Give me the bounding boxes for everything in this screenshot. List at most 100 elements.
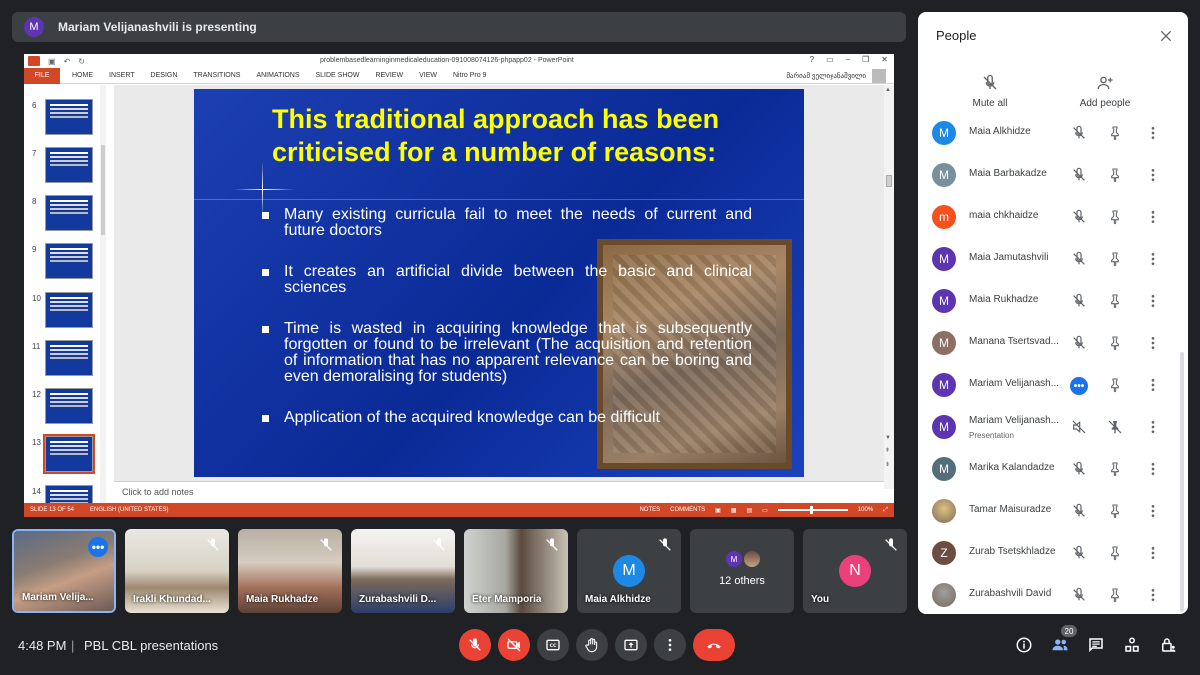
- captions-button[interactable]: CC: [537, 629, 569, 661]
- participant-avatar: M: [932, 373, 956, 397]
- more-vert-icon[interactable]: [1145, 545, 1161, 561]
- participant-avatar: m: [932, 205, 956, 229]
- participant-row[interactable]: M Marika Kalandadze: [918, 448, 1180, 490]
- presenter-text: Mariam Velijanashvili is presenting: [58, 20, 257, 34]
- slide-thumbnail-active: 13: [28, 434, 102, 478]
- notes-pane: Click to add notes: [114, 481, 884, 503]
- pin-icon[interactable]: [1107, 461, 1123, 477]
- pin-icon[interactable]: [1107, 125, 1123, 141]
- pin-icon[interactable]: [1107, 587, 1123, 603]
- pin-icon[interactable]: [1107, 545, 1123, 561]
- mic-off-icon: [1071, 125, 1087, 141]
- tile-eter[interactable]: Eter Mamporia: [464, 529, 568, 613]
- more-vert-icon[interactable]: [1145, 251, 1161, 267]
- more-vert-icon[interactable]: [1145, 587, 1161, 603]
- participant-row[interactable]: Tamar Maisuradze: [918, 490, 1180, 532]
- meet-window: M Mariam Velijanashvili is presenting ▣ …: [0, 0, 1200, 675]
- ppt-tab-view: VIEW: [419, 72, 437, 79]
- people-button[interactable]: [1049, 634, 1071, 656]
- tile-zurabashvili[interactable]: Zurabashvili D...: [351, 529, 455, 613]
- comments-toggle: COMMENTS: [670, 507, 706, 513]
- close-icon[interactable]: [1158, 28, 1174, 44]
- redo-icon: ↻: [78, 56, 85, 66]
- participant-row[interactable]: M Manana Tsertsvad...: [918, 322, 1180, 364]
- mic-off-icon: [983, 74, 997, 90]
- tile-name: Irakli Khundad...: [133, 594, 211, 605]
- mic-off-icon: [433, 538, 445, 551]
- tile-name: Maia Alkhidze: [585, 594, 651, 605]
- more-vert-icon: [668, 639, 672, 651]
- presenter-avatar: M: [24, 17, 44, 37]
- participant-avatar: M: [932, 163, 956, 187]
- more-vert-icon[interactable]: [1145, 461, 1161, 477]
- chat-button[interactable]: [1085, 634, 1107, 656]
- participant-name: Tamar Maisuradze: [969, 504, 1052, 515]
- pin-icon[interactable]: [1107, 251, 1123, 267]
- participant-name: Maia Jamutashvili: [969, 252, 1049, 263]
- raise-hand-button[interactable]: [576, 629, 608, 661]
- pin-icon[interactable]: [1107, 377, 1123, 393]
- more-vert-icon[interactable]: [1145, 167, 1161, 183]
- add-people-button[interactable]: Add people: [1055, 74, 1155, 109]
- slide-thumbnail: 12: [28, 388, 102, 430]
- meeting-details-button[interactable]: [1013, 634, 1035, 656]
- notes-toggle: NOTES: [639, 507, 661, 513]
- more-vert-icon[interactable]: [1145, 503, 1161, 519]
- mic-off-icon: [1071, 503, 1087, 519]
- camera-toggle-button[interactable]: [498, 629, 530, 661]
- host-controls-button[interactable]: [1157, 634, 1179, 656]
- ppt-tab-review: REVIEW: [375, 72, 404, 79]
- mic-off-icon: [546, 538, 558, 551]
- tile-maia-rukhadze[interactable]: Maia Rukhadze: [238, 529, 342, 613]
- ppt-tab-animations: ANIMATIONS: [256, 72, 300, 79]
- pin-icon[interactable]: [1107, 419, 1123, 435]
- participant-row[interactable]: M Maia Rukhadze: [918, 280, 1180, 322]
- participant-row[interactable]: M Mariam Velijanash... •••: [918, 364, 1180, 406]
- more-vert-icon[interactable]: [1145, 125, 1161, 141]
- pin-icon[interactable]: [1107, 503, 1123, 519]
- tile-name: Eter Mamporia: [472, 594, 542, 605]
- powerpoint-logo-icon: [28, 56, 40, 66]
- participant-name: Marika Kalandadze: [969, 462, 1055, 473]
- mic-off-icon: [469, 638, 481, 651]
- participant-row[interactable]: M Maia Jamutashvili: [918, 238, 1180, 280]
- fit-icon: ⤢: [883, 506, 888, 513]
- ppt-tab-design: DESIGN: [150, 72, 178, 79]
- tile-mariam[interactable]: ••• Mariam Velija...: [12, 529, 116, 613]
- quick-access-toolbar: ▣ ↶ ↻: [28, 56, 85, 66]
- more-options-icon[interactable]: •••: [88, 537, 108, 557]
- tile-you[interactable]: N You: [803, 529, 907, 613]
- participant-avatar: M: [613, 555, 645, 587]
- ppt-tab-nitro: Nitro Pro 9: [452, 72, 487, 79]
- participant-row[interactable]: M Maia Barbakadze: [918, 154, 1180, 196]
- activities-button[interactable]: [1121, 634, 1143, 656]
- volume-off-icon: [1071, 419, 1087, 435]
- participant-row[interactable]: M Mariam Velijanash... Presentation: [918, 406, 1180, 448]
- more-vert-icon[interactable]: [1145, 293, 1161, 309]
- pin-icon[interactable]: [1107, 209, 1123, 225]
- tile-others[interactable]: M 12 others: [690, 529, 794, 613]
- pin-icon[interactable]: [1107, 335, 1123, 351]
- pin-icon[interactable]: [1107, 293, 1123, 309]
- more-vert-icon[interactable]: [1145, 419, 1161, 435]
- participant-avatar: M: [932, 331, 956, 355]
- more-options-button[interactable]: [654, 629, 686, 661]
- tile-irakli[interactable]: Irakli Khundad...: [125, 529, 229, 613]
- shared-screen: ▣ ↶ ↻ problembasedlearninginmedicaleduca…: [24, 54, 894, 517]
- more-vert-icon[interactable]: [1145, 335, 1161, 351]
- more-vert-icon[interactable]: [1145, 209, 1161, 225]
- mute-all-button[interactable]: Mute all: [940, 74, 1040, 109]
- tile-maia-alkhidze[interactable]: M Maia Alkhidze: [577, 529, 681, 613]
- mic-toggle-button[interactable]: [459, 629, 491, 661]
- chat-icon: [1089, 638, 1103, 653]
- participant-row[interactable]: m maia chkhaidze: [918, 196, 1180, 238]
- pin-icon[interactable]: [1107, 167, 1123, 183]
- more-vert-icon[interactable]: [1145, 377, 1161, 393]
- participant-name: maia chkhaidze: [969, 210, 1039, 221]
- participant-row[interactable]: M Maia Alkhidze: [918, 112, 1180, 154]
- present-now-button[interactable]: [615, 629, 647, 661]
- people-scrollbar[interactable]: [1180, 352, 1184, 612]
- leave-call-button[interactable]: [693, 629, 735, 661]
- participant-row[interactable]: Z Zurab Tsetskhladze: [918, 532, 1180, 574]
- participant-row[interactable]: Zurabashvili David: [918, 574, 1180, 614]
